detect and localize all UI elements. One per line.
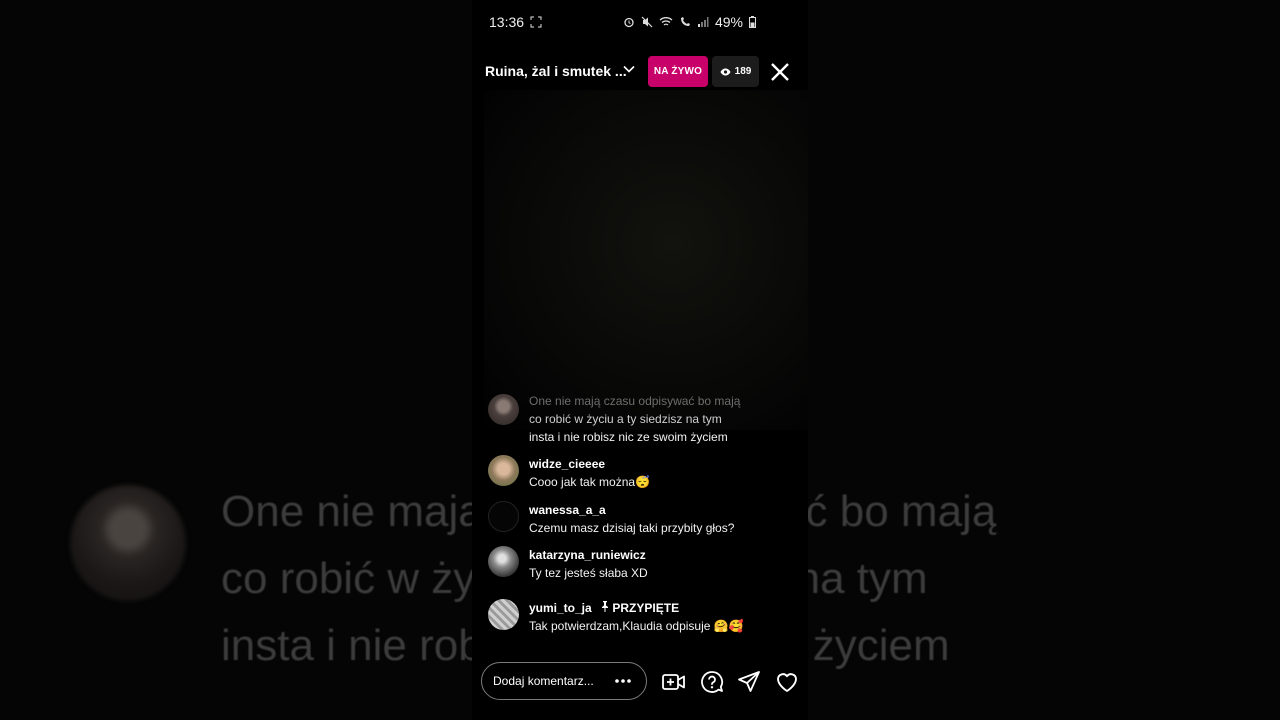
avatar[interactable] [488,599,519,630]
live-title[interactable]: Ruina, żal i smutek ... [485,63,627,79]
battery-percent: 49% [714,14,743,30]
pinned-text: PRZYPIĘTE [612,601,680,615]
close-icon[interactable] [769,61,791,83]
comment-input-placeholder: Dodaj komentarz... [493,674,594,688]
status-bar: 13:36 49% [472,0,808,44]
heart-icon[interactable] [774,669,800,695]
wifi-icon [659,17,673,26]
comment-username[interactable]: katarzyna_runiewicz [529,546,769,564]
more-icon[interactable] [613,671,633,691]
send-icon[interactable] [736,669,762,695]
comment-text: Cooo jak tak można😴 [529,475,650,489]
eye-icon [720,68,731,75]
comment-username[interactable]: yumi_to_ja [529,601,592,615]
comment-username[interactable]: wanessa_a_a [529,501,769,519]
pinned-label: PRZYPIĘTE [601,601,679,615]
comment-text-line: insta i nie robisz nic ze swoim życiem [529,430,728,444]
alarm-icon [624,17,634,28]
chevron-down-icon[interactable] [622,62,636,76]
status-time: 13:36 [489,14,525,30]
comment-text: Tak potwierdzam,Klaudia odpisuje 🤗🥰 [529,619,744,633]
avatar[interactable] [488,501,519,532]
live-stream-screen: 13:36 49% Ruina, żal i smutek ... NA ŻYW… [472,0,808,720]
question-icon[interactable] [699,669,725,695]
add-video-icon[interactable] [661,669,687,695]
viewer-count: 189 [734,66,752,77]
comment-text-line: One nie mają czasu odpisywać bo mają [529,394,741,408]
comment-text-line: co robić w życiu a ty siedzisz na tym [529,412,722,426]
avatar[interactable] [488,394,519,425]
bottom-bar: Dodaj komentarz... [472,662,808,702]
pin-icon [602,601,609,612]
battery-icon [749,16,756,28]
live-header: Ruina, żal i smutek ... NA ŻYWO 189 [472,56,808,87]
fullscreen-icon [530,16,542,28]
avatar[interactable] [488,546,519,577]
comment-header: yumi_to_ja PRZYPIĘTE [529,599,769,617]
comment-text: Ty tez jesteś słaba XD [529,566,648,580]
background-avatar [70,485,186,601]
mute-icon [641,16,653,28]
wifi-call-icon [680,17,690,26]
video-stream [484,90,808,430]
signal-icon [697,17,709,27]
viewer-count-badge[interactable]: 189 [712,56,759,87]
comment-username[interactable]: widze_cieeee [529,455,769,473]
avatar[interactable] [488,455,519,486]
comment-text: Czemu masz dzisiaj taki przybity głos? [529,521,735,535]
live-badge: NA ŻYWO [648,56,708,87]
